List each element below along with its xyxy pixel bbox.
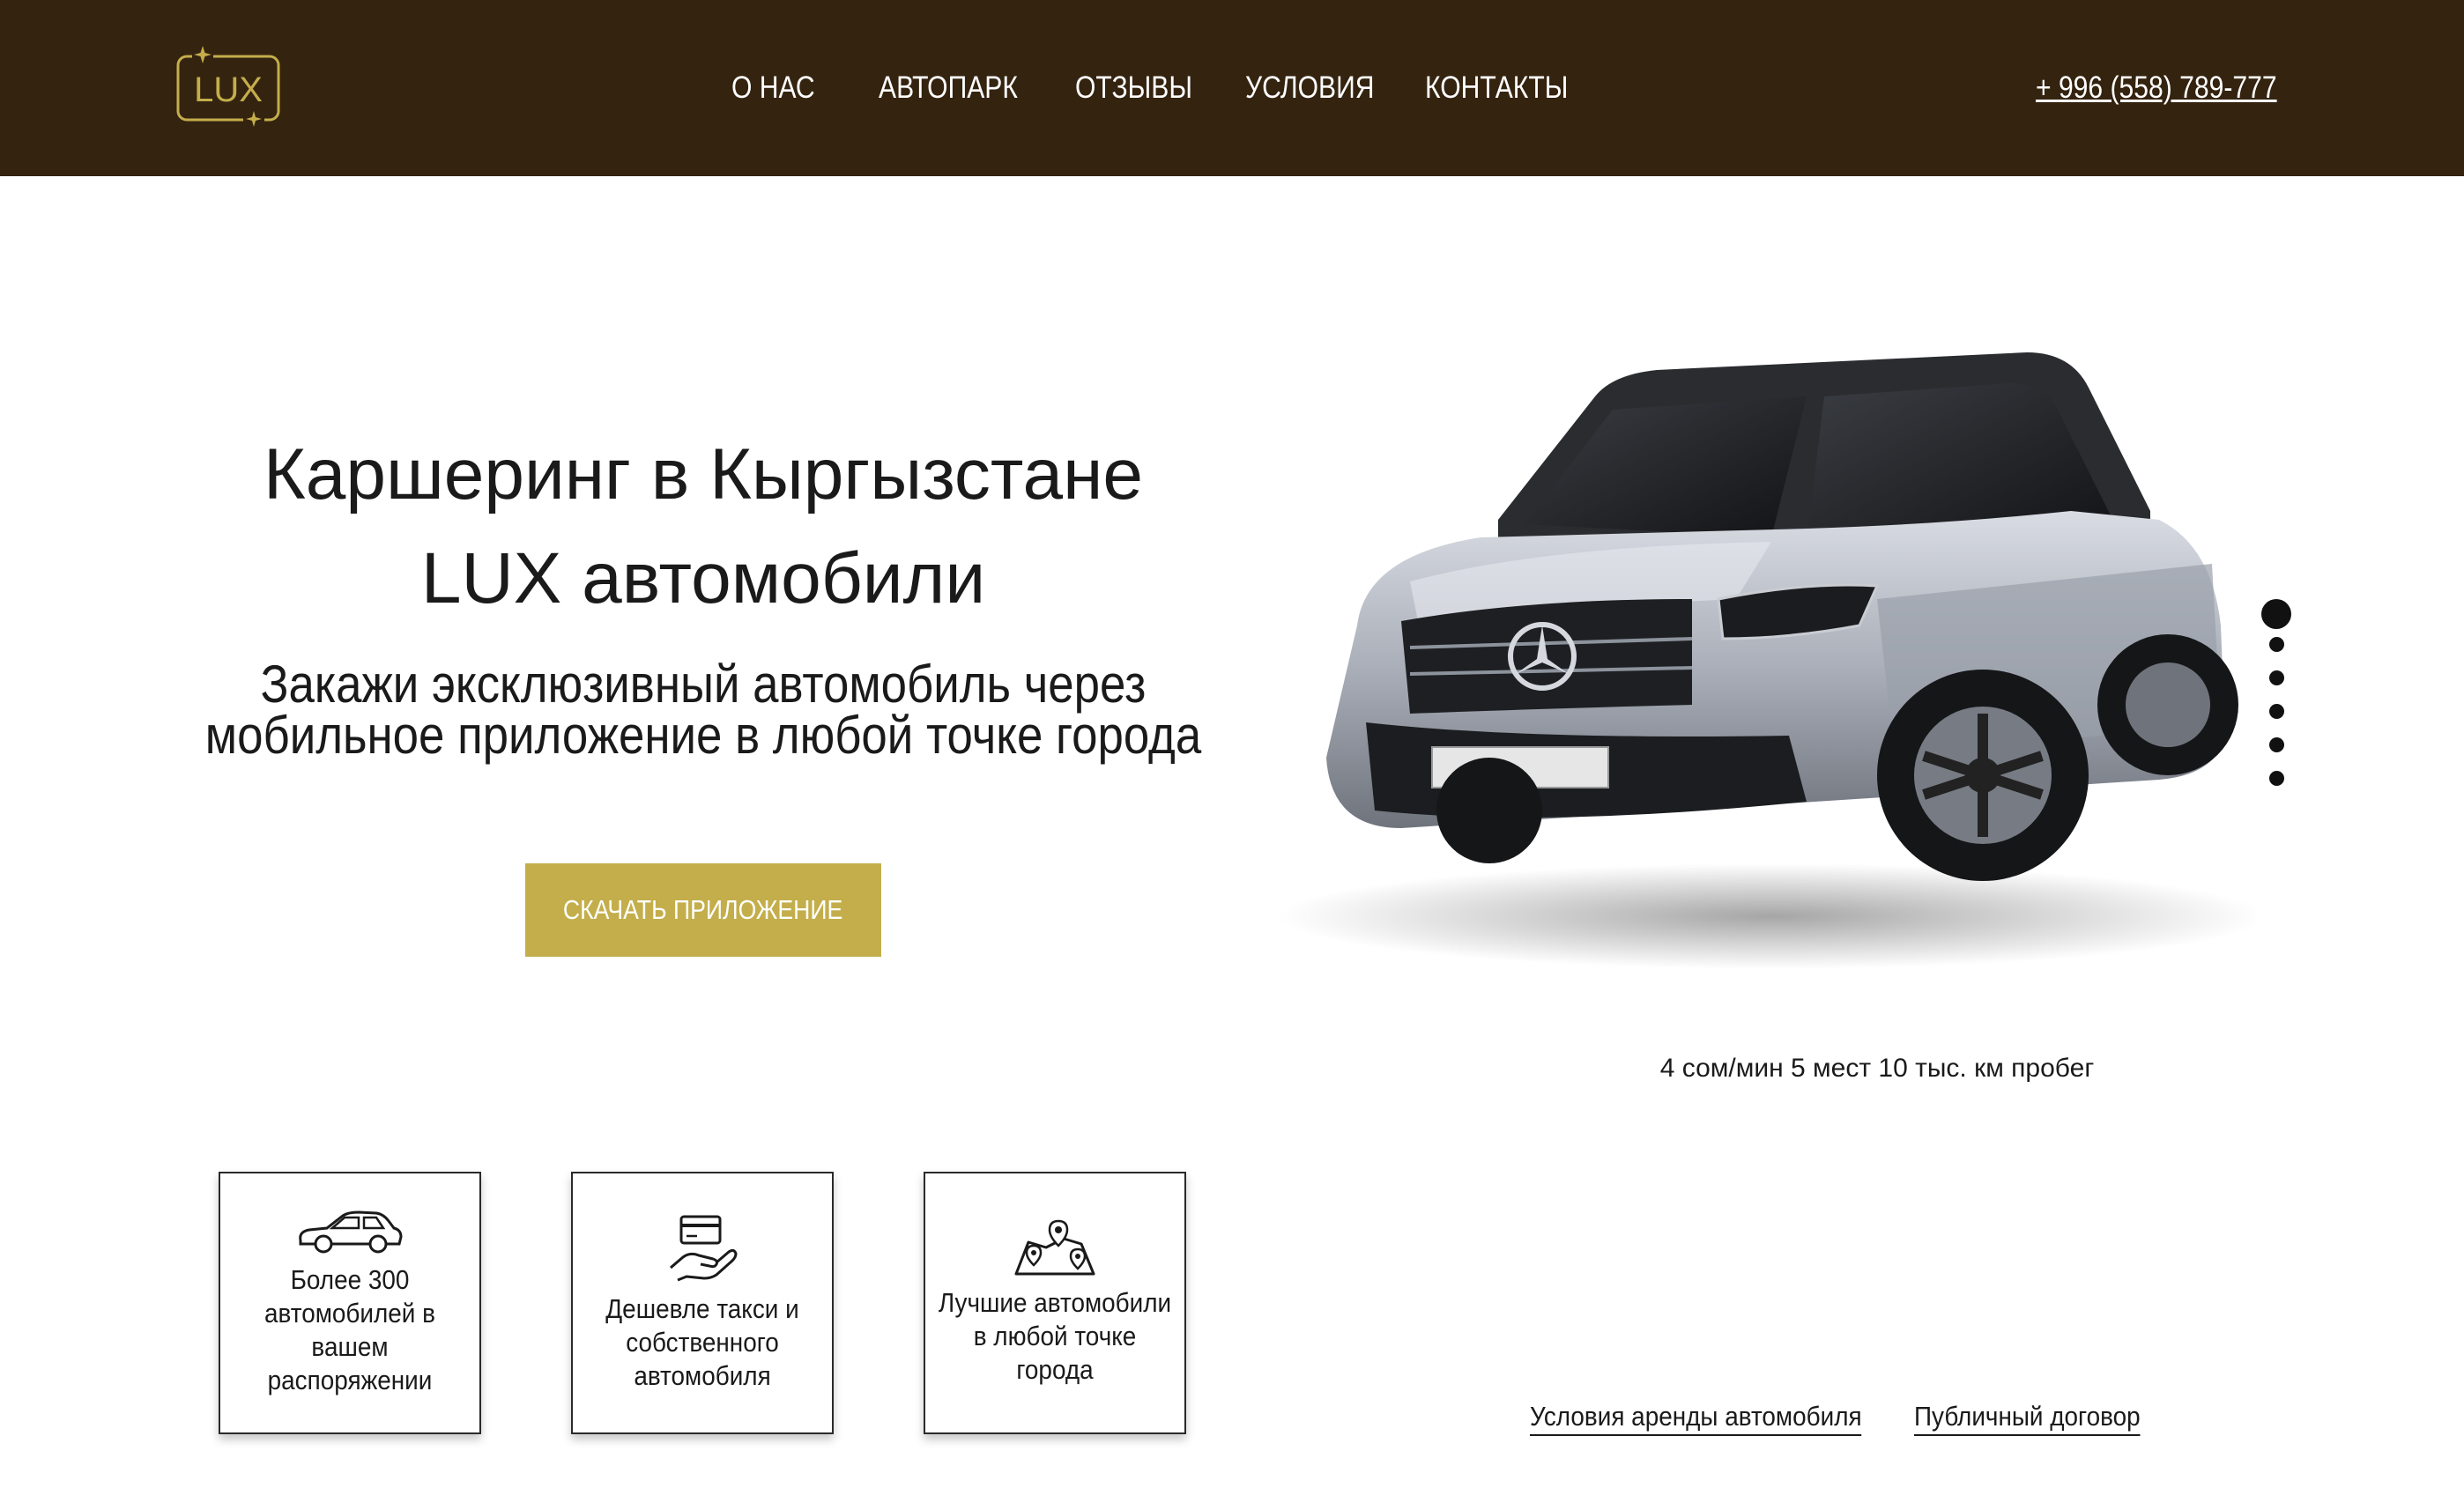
slider-dot[interactable] — [2269, 771, 2284, 786]
car-image — [1278, 352, 2256, 969]
public-contract-link[interactable]: Публичный договор — [1914, 1399, 2141, 1436]
header-phone[interactable]: + 996 (558) 789-777 — [2036, 63, 2277, 113]
hero-subtitle-line2: мобильное приложение в любой точке город… — [204, 706, 1202, 765]
hero-title-line1: Каршеринг в Кыргызстане — [263, 434, 1144, 514]
hero-title-line2: LUX автомобили — [420, 538, 986, 618]
feature-text: Дешевле такси и собственного автомобиля — [605, 1293, 799, 1391]
nav-contacts[interactable]: КОНТАКТЫ — [1425, 63, 1568, 113]
slider-dot-active[interactable] — [2261, 599, 2291, 629]
map-pins-icon — [1014, 1219, 1095, 1276]
car-specs: 4 сом/мин 5 мест 10 тыс. км пробег — [1659, 1054, 2095, 1083]
nav-about[interactable]: О НАС — [731, 63, 815, 113]
feature-card-locations: Лучшие автомобили в любой точке города — [924, 1172, 1186, 1434]
lux-logo[interactable]: LUX — [173, 44, 284, 132]
hero-subtitle: Закажи эксклюзивный автомобиль через моб… — [193, 658, 1213, 762]
rental-terms-link[interactable]: Условия аренды автомобиля — [1530, 1399, 1862, 1436]
download-app-button[interactable]: СКАЧАТЬ ПРИЛОЖЕНИЕ — [525, 863, 881, 957]
feature-card-fleet-size: Более 300 автомобилей в вашем распоряжен… — [219, 1172, 481, 1434]
feature-card-price: Дешевле такси и собственного автомобиля — [571, 1172, 834, 1434]
slider-dot[interactable] — [2269, 737, 2284, 752]
feature-text: Более 300 автомобилей в вашем распоряжен… — [264, 1264, 435, 1395]
nav-reviews[interactable]: ОТЗЫВЫ — [1075, 63, 1192, 113]
site-header: LUX О НАС АВТОПАРК ОТЗЫВЫ УСЛОВИЯ КОНТАК… — [0, 0, 2464, 176]
hero-subtitle-line1: Закажи эксклюзивный автомобиль через — [260, 655, 1147, 714]
download-app-label: СКАЧАТЬ ПРИЛОЖЕНИЕ — [563, 894, 843, 925]
car-icon — [299, 1210, 403, 1254]
nav-conditions[interactable]: УСЛОВИЯ — [1245, 63, 1374, 113]
slider-dot[interactable] — [2269, 704, 2284, 719]
feature-text: Лучшие автомобили в любой точке города — [938, 1287, 1172, 1385]
slider-dot[interactable] — [2269, 637, 2284, 652]
nav-fleet[interactable]: АВТОПАРК — [879, 63, 1018, 113]
svg-text:LUX: LUX — [194, 70, 263, 109]
page: LUX О НАС АВТОПАРК ОТЗЫВЫ УСЛОВИЯ КОНТАК… — [0, 0, 2464, 1510]
hero-title: Каршеринг в Кыргызстане LUX автомобили — [141, 423, 1265, 631]
card-hand-icon — [670, 1215, 738, 1282]
slider-dot[interactable] — [2269, 670, 2284, 685]
